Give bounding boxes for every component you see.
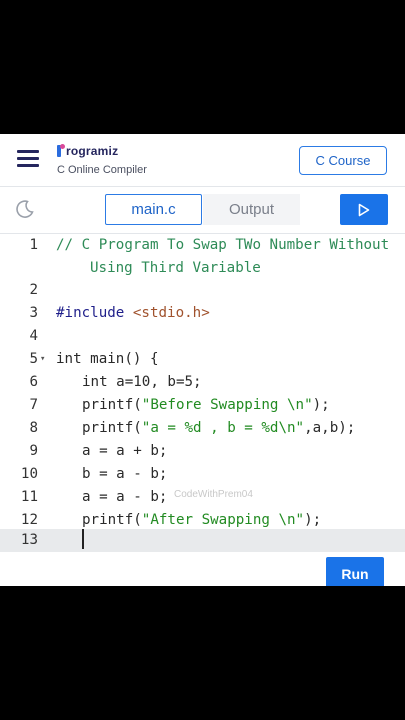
page-subtitle: C Online Compiler: [57, 164, 147, 176]
code-line: 5 ▾ int main() {: [0, 348, 405, 371]
code-text: printf("Before Swapping \n");: [82, 394, 330, 417]
app-header: rogramiz C Online Compiler C Course: [0, 134, 405, 187]
line-number: 7: [29, 397, 38, 413]
programiz-logo[interactable]: rogramiz: [57, 142, 118, 160]
function-call: printf(: [82, 512, 142, 528]
line-number: 8: [29, 420, 38, 436]
function-call: printf(: [82, 420, 142, 436]
line-number: 4: [29, 328, 38, 344]
line-number: 13: [20, 532, 38, 548]
code-punctuation: ,a,b);: [304, 420, 356, 436]
line-number: 11: [20, 489, 38, 505]
code-line: 4: [0, 325, 405, 348]
string-literal: "After Swapping \n": [141, 512, 305, 528]
code-text: #include <stdio.h>: [56, 302, 210, 325]
editor-toolbar: main.c Output: [0, 187, 405, 234]
dark-mode-toggle-icon[interactable]: [15, 199, 35, 219]
code-line: 8 printf("a = %d , b = %d\n",a,b);: [0, 417, 405, 440]
text-cursor: [82, 529, 84, 549]
menu-icon[interactable]: [17, 150, 39, 168]
code-line: 3 #include <stdio.h>: [0, 302, 405, 325]
compiler-screen: rogramiz C Online Compiler C Course main…: [0, 134, 405, 586]
tab-main-c[interactable]: main.c: [105, 194, 202, 225]
logo-text: rogramiz: [66, 144, 119, 158]
code-editor[interactable]: 1 // C Program To Swap TWo Number Withou…: [0, 234, 405, 586]
tab-output[interactable]: Output: [203, 194, 300, 225]
fold-arrow-icon[interactable]: ▾: [40, 348, 45, 371]
code-line-active: 13: [0, 529, 405, 552]
c-course-button[interactable]: C Course: [299, 146, 387, 175]
code-line: 9 a = a + b;: [0, 440, 405, 463]
line-number: 9: [29, 443, 38, 459]
line-number: 2: [29, 282, 38, 298]
line-number: 3: [29, 305, 38, 321]
code-line: 1 // C Program To Swap TWo Number Withou…: [0, 234, 405, 257]
code-line: 7 printf("Before Swapping \n");: [0, 394, 405, 417]
line-number: 1: [29, 237, 38, 253]
code-text: int a=10, b=5;: [82, 374, 202, 390]
code-text: int main() {: [56, 351, 159, 367]
line-number: 5: [29, 351, 38, 367]
string-literal: "a = %d , b = %d\n": [141, 420, 305, 436]
code-line: 6 int a=10, b=5;: [0, 371, 405, 394]
code-punctuation: );: [312, 397, 330, 413]
watermark: CodeWithPrem04: [174, 489, 253, 500]
code-text: b = a - b;: [82, 466, 168, 482]
play-icon: [358, 203, 370, 217]
header-file: <stdio.h>: [132, 305, 210, 321]
function-call: printf(: [82, 397, 142, 413]
line-number: 10: [20, 466, 38, 482]
logo-mark-icon: [57, 144, 65, 158]
run-play-button[interactable]: [340, 194, 388, 225]
code-text: Using Third Variable: [90, 260, 261, 276]
code-line-wrap: Using Third Variable: [0, 257, 405, 280]
code-text: a = a - b;: [82, 489, 168, 505]
code-text: printf("a = %d , b = %d\n",a,b);: [82, 417, 355, 440]
include-directive: #include: [56, 305, 133, 321]
line-number: 6: [29, 374, 38, 390]
string-literal: "Before Swapping \n": [141, 397, 313, 413]
code-line: 2: [0, 279, 405, 302]
code-text: // C Program To Swap TWo Number Without: [56, 237, 390, 253]
code-line: 10 b = a - b;: [0, 463, 405, 486]
code-text: a = a + b;: [82, 443, 168, 459]
code-punctuation: );: [304, 512, 322, 528]
run-button[interactable]: Run: [326, 557, 384, 586]
